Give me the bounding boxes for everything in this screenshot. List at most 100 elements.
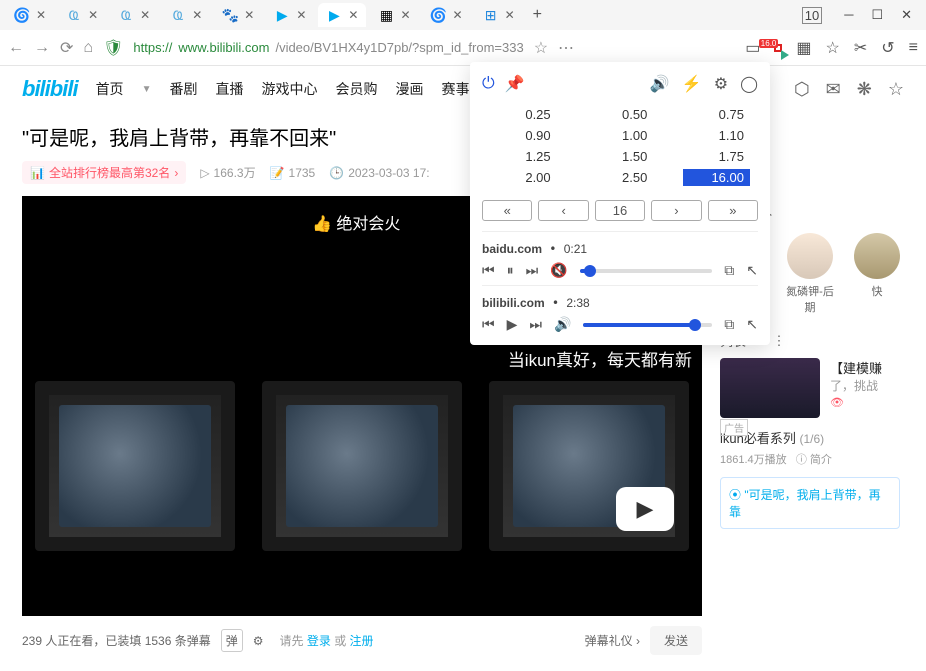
speed-forward[interactable]: › — [651, 200, 701, 221]
browser-tab[interactable]: ▶✕ — [266, 3, 314, 27]
lyric-box[interactable]: ⦿ "可是呢，我肩上背带，再靠 — [720, 477, 900, 529]
pointer-icon[interactable]: ↖ — [746, 316, 758, 333]
extension-speed-button[interactable]: 16.0 — [774, 44, 782, 52]
browser-tab[interactable]: Ҩ✕ — [58, 3, 106, 27]
send-button[interactable]: 发送 — [650, 626, 702, 655]
home-button[interactable]: ⌂ — [83, 39, 93, 57]
pointer-icon[interactable]: ↖ — [746, 262, 758, 279]
more-icon[interactable]: ⋯ — [558, 38, 574, 58]
next-icon[interactable]: ⏭ — [529, 316, 542, 333]
more-icon[interactable]: ⋮ — [773, 333, 786, 349]
close-icon[interactable]: ✕ — [140, 8, 150, 22]
forward-button[interactable]: → — [34, 39, 50, 57]
menu-icon[interactable]: ≡ — [909, 39, 918, 57]
series-intro[interactable]: 简介 — [810, 454, 832, 466]
bookmark-icon[interactable]: ☆ — [534, 38, 548, 58]
pause-icon[interactable]: ⏸ — [507, 262, 514, 279]
danmu-input[interactable]: 请先 登录 或 注册 — [280, 632, 575, 649]
window-close-icon[interactable]: ✕ — [901, 7, 912, 24]
speed-option[interactable]: 0.90 — [490, 127, 557, 144]
bilibili-logo[interactable]: bilibili — [22, 76, 78, 102]
speed-option[interactable]: 1.25 — [490, 148, 557, 165]
danmu-toggle-icon[interactable]: 弹 — [221, 629, 243, 652]
close-icon[interactable]: ✕ — [36, 8, 46, 22]
history-icon[interactable]: ↺ — [881, 38, 894, 58]
bolt-icon[interactable]: ⚡ — [682, 74, 702, 94]
prev-icon[interactable]: ⏮ — [482, 316, 495, 333]
avatar-item[interactable]: 氮磷钾-后期 — [786, 233, 834, 315]
speed-option[interactable]: 1.10 — [683, 127, 750, 144]
browser-tab[interactable]: Ҩ✕ — [162, 3, 210, 27]
apps-icon[interactable]: ▦ — [796, 38, 811, 58]
speed-rewind-fast[interactable]: « — [482, 200, 532, 221]
back-button[interactable]: ← — [8, 39, 24, 57]
danmu-settings-icon[interactable]: ⚙ — [253, 634, 264, 648]
browser-tab[interactable]: ▦✕ — [370, 3, 418, 27]
rank-badge[interactable]: 📊 全站排行榜最高第32名 › — [22, 161, 186, 184]
nav-event[interactable]: 赛事 — [441, 79, 469, 99]
reload-button[interactable]: ⟳ — [60, 38, 73, 58]
danmu-gift[interactable]: 弹幕礼仪 › — [585, 632, 640, 649]
speed-option[interactable]: 0.25 — [490, 106, 557, 123]
speed-option-active[interactable]: 16.00 — [683, 169, 750, 186]
avatar-item[interactable]: 快 — [854, 233, 900, 315]
close-icon[interactable]: ✕ — [88, 8, 98, 22]
gear-icon[interactable]: ⚙ — [714, 74, 728, 94]
nav-anime[interactable]: 番剧 — [169, 79, 197, 99]
nav-game[interactable]: 游戏中心 — [261, 79, 317, 99]
window-maximize-icon[interactable]: ☐ — [871, 7, 883, 24]
volume-slider[interactable] — [583, 323, 712, 327]
browser-tab[interactable]: 🌀✕ — [423, 3, 471, 27]
star-outline-icon[interactable]: ☆ — [888, 79, 904, 100]
register-link[interactable]: 注册 — [350, 634, 374, 648]
pip-button[interactable]: ▶ — [616, 487, 674, 531]
speed-option[interactable]: 1.75 — [683, 148, 750, 165]
close-icon[interactable]: ✕ — [453, 8, 463, 22]
speed-option[interactable]: 0.50 — [587, 106, 654, 123]
pin-icon[interactable]: 📌 — [505, 74, 525, 94]
volume-icon[interactable]: 🔊 — [650, 74, 670, 94]
pip-icon[interactable]: ⧉ — [724, 262, 734, 279]
volume-icon[interactable]: 🔊 — [554, 316, 571, 333]
nav-vip[interactable]: 会员购 — [335, 79, 377, 99]
speed-option[interactable]: 2.00 — [490, 169, 557, 186]
speed-current[interactable]: 16 — [595, 200, 645, 221]
close-icon[interactable]: ✕ — [296, 8, 306, 22]
cut-icon[interactable]: ✂ — [854, 38, 867, 58]
next-icon[interactable]: ⏭ — [526, 262, 539, 279]
close-icon[interactable]: ✕ — [400, 8, 410, 22]
tag-icon[interactable]: ⬡ — [794, 79, 810, 100]
close-icon[interactable]: ✕ — [348, 8, 358, 22]
speed-option[interactable]: 0.75 — [683, 106, 750, 123]
browser-tab[interactable]: 🐾✕ — [214, 3, 262, 27]
close-icon[interactable]: ✕ — [192, 8, 202, 22]
speed-option[interactable]: 1.50 — [587, 148, 654, 165]
flower-icon[interactable]: ❋ — [857, 79, 872, 100]
recommendation-item[interactable]: 广告 【建模赚了，挑战👁 — [720, 358, 900, 418]
url-input[interactable]: https://www.bilibili.com/video/BV1HX4y1D… — [133, 40, 523, 55]
play-icon[interactable]: ▶ — [507, 316, 518, 333]
window-minimize-icon[interactable]: ─ — [844, 7, 853, 24]
nav-live[interactable]: 直播 — [215, 79, 243, 99]
browser-tab[interactable]: ⊞✕ — [475, 3, 523, 27]
github-icon[interactable]: ◯ — [740, 74, 758, 94]
star-icon[interactable]: ☆ — [826, 38, 840, 58]
speed-rewind[interactable]: ‹ — [538, 200, 588, 221]
speed-option[interactable]: 2.50 — [587, 169, 654, 186]
close-icon[interactable]: ✕ — [244, 8, 254, 22]
browser-tab[interactable]: 🌀✕ — [6, 3, 54, 27]
inbox-icon[interactable]: ✉ — [826, 79, 841, 100]
login-link[interactable]: 登录 — [307, 634, 331, 648]
nav-comic[interactable]: 漫画 — [395, 79, 423, 99]
new-tab-button[interactable]: + — [527, 6, 548, 24]
browser-tab-active[interactable]: ▶✕ — [318, 3, 366, 27]
volume-slider[interactable] — [580, 269, 713, 273]
nav-home[interactable]: 首页 — [96, 79, 124, 99]
prev-icon[interactable]: ⏮ — [482, 262, 495, 279]
speed-forward-fast[interactable]: » — [708, 200, 758, 221]
close-icon[interactable]: ✕ — [505, 8, 515, 22]
mute-icon[interactable]: 🔇 — [550, 262, 567, 279]
power-icon[interactable]: ⏻ — [482, 75, 495, 93]
pip-icon[interactable]: ⧉ — [724, 316, 734, 333]
speed-option[interactable]: 1.00 — [587, 127, 654, 144]
